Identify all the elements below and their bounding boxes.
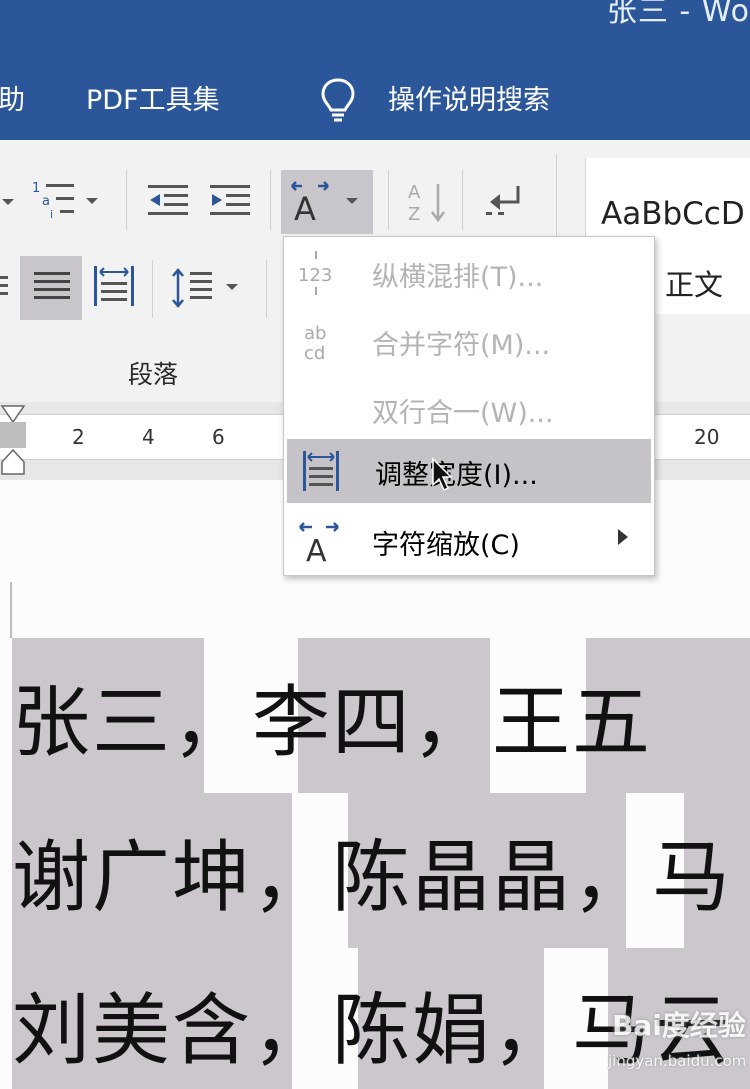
style-preview-sample[interactable]: AaBbCcD xyxy=(601,196,745,232)
multilevel-list-icon[interactable]: 1 a i xyxy=(30,178,110,222)
menu-item-character-scaling[interactable]: A 字符缩放(C) xyxy=(284,509,654,573)
divider xyxy=(152,260,153,318)
menu-item-label: 调整宽度(I)... xyxy=(375,460,538,491)
menu-item-two-lines-in-one[interactable]: 双行合一(W)... xyxy=(284,377,654,441)
tab-pdf-tools[interactable]: PDF工具集 xyxy=(86,78,220,117)
character-scale-icon: A xyxy=(299,522,339,565)
mouse-pointer-icon xyxy=(432,457,453,492)
menu-item-combine-characters[interactable]: ab cd 合并字符(M)... xyxy=(284,309,654,373)
title-bar: 张三 - Wo 助 PDF工具集 操作说明搜索 xyxy=(0,0,750,140)
indent-marker-icon[interactable] xyxy=(0,404,26,476)
sort-icon[interactable]: A Z xyxy=(404,178,450,226)
svg-text:a: a xyxy=(42,194,50,209)
lightbulb-icon[interactable] xyxy=(318,76,358,126)
align-partial-icon[interactable] xyxy=(0,272,10,302)
document-line[interactable]: 张三，李四，王五 xyxy=(12,660,652,772)
svg-text:123: 123 xyxy=(298,265,332,286)
svg-text:i: i xyxy=(50,208,53,221)
menu-item-vertical-in-horizontal[interactable]: 123 纵横混排(T)... xyxy=(284,241,654,305)
ruler-tick: 20 xyxy=(694,425,720,449)
ruler-tick: 2 xyxy=(72,425,85,449)
menu-item-label: 双行合一(W)... xyxy=(372,398,554,429)
divider xyxy=(270,170,271,230)
menu-item-label: 合并字符(M)... xyxy=(372,330,551,361)
justify-icon[interactable] xyxy=(32,270,72,306)
watermark-url: jingyan.baidu.com xyxy=(608,1052,747,1070)
ruler-tick: 4 xyxy=(142,425,155,449)
window-title: 张三 - Wo xyxy=(606,0,750,29)
svg-text:cd: cd xyxy=(304,343,325,364)
divider xyxy=(388,170,389,230)
svg-text:Z: Z xyxy=(408,204,420,225)
watermark-text: Bai度经验 xyxy=(612,1009,746,1042)
show-paragraph-marks-icon[interactable] xyxy=(484,184,526,220)
paragraph-group-label: 段落 xyxy=(128,360,179,389)
divider xyxy=(126,170,127,230)
increase-indent-icon[interactable] xyxy=(208,182,252,222)
asian-layout-menu: 123 纵横混排(T)... ab cd 合并字符(M)... 双行合一(W).… xyxy=(283,236,655,576)
menu-item-fit-text[interactable]: 调整宽度(I)... xyxy=(287,439,651,503)
svg-text:A: A xyxy=(408,182,421,203)
fit-text-width-icon xyxy=(303,451,339,491)
svg-text:1: 1 xyxy=(32,181,40,196)
tab-help[interactable]: 助 xyxy=(0,78,25,117)
decrease-indent-icon[interactable] xyxy=(146,182,190,222)
watermark-logo: Bai度经验 jingyan.baidu.com xyxy=(578,1002,748,1082)
svg-text:A: A xyxy=(306,534,327,565)
document-line[interactable]: 谢广坤，陈晶晶，马 xyxy=(12,815,732,927)
distributed-align-icon[interactable] xyxy=(92,264,136,308)
combine-characters-icon: ab cd xyxy=(304,323,326,364)
svg-text:ab: ab xyxy=(304,323,326,344)
vertical-horizontal-text-icon: 123 xyxy=(298,251,332,295)
menu-item-label: 字符缩放(C) xyxy=(372,530,520,561)
chevron-down-icon[interactable] xyxy=(0,192,20,212)
ruler-tick: 6 xyxy=(212,425,225,449)
asian-layout-icon[interactable]: A xyxy=(288,178,368,224)
line-spacing-icon[interactable] xyxy=(170,266,246,310)
style-normal-label[interactable]: 正文 xyxy=(665,262,723,304)
margin-marker xyxy=(10,582,12,638)
divider xyxy=(266,260,267,318)
svg-text:A: A xyxy=(294,190,316,224)
tell-me-search[interactable]: 操作说明搜索 xyxy=(388,78,550,117)
menu-item-label: 纵横混排(T)... xyxy=(372,262,544,293)
divider xyxy=(462,170,463,230)
submenu-arrow-icon xyxy=(618,529,628,545)
